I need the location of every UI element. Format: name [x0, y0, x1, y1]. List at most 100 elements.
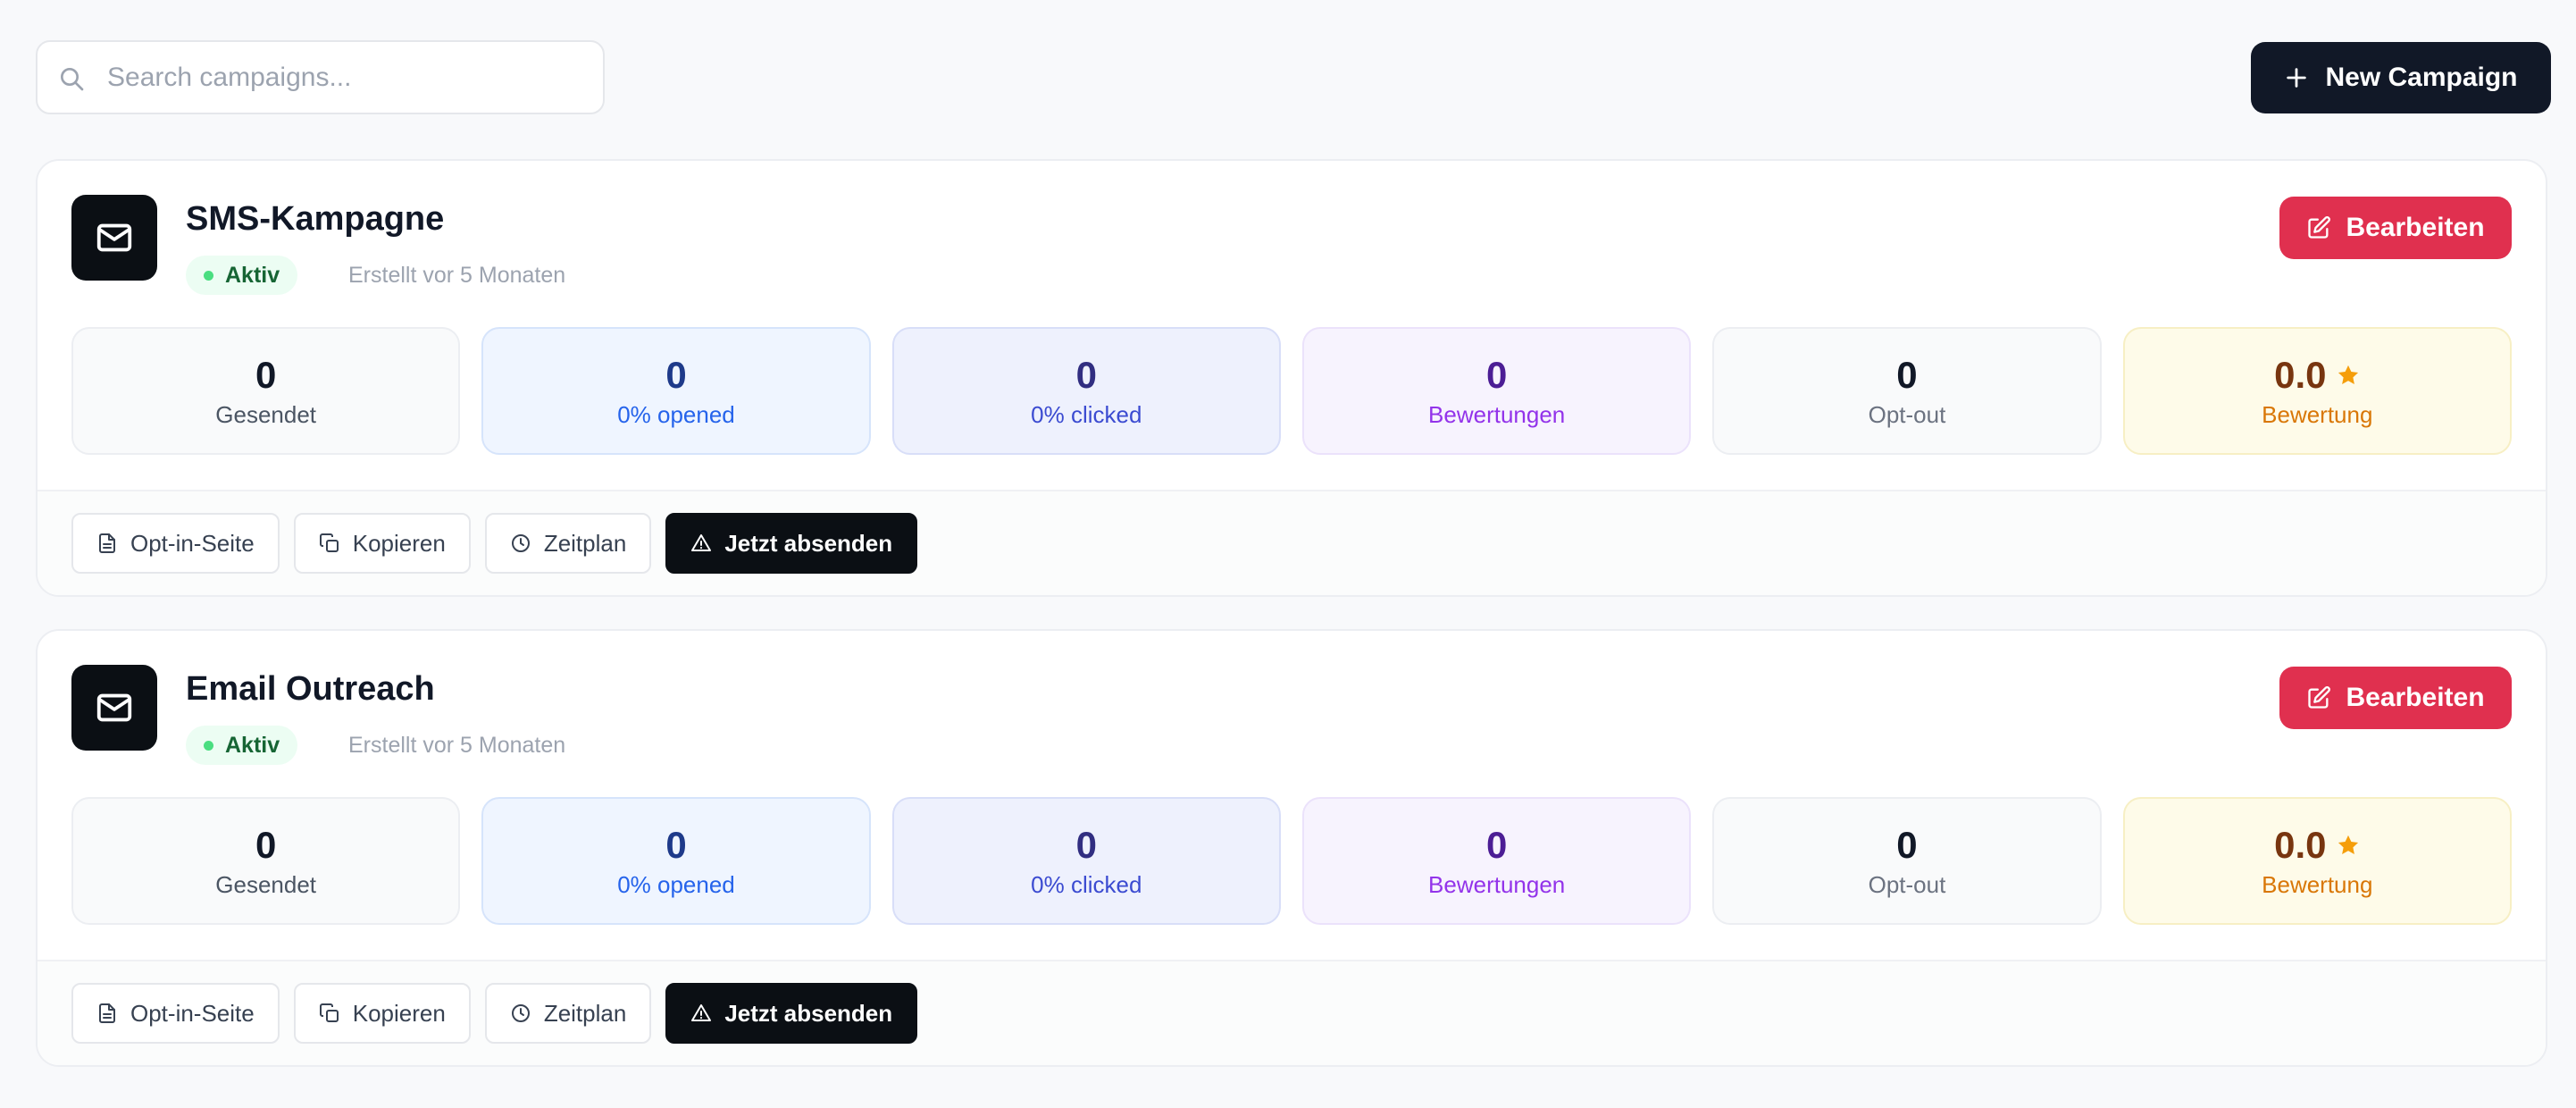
- status-dot: [204, 741, 213, 751]
- status-badge: Aktiv: [186, 256, 298, 295]
- stat-rating: 0.0 Bewertung: [2122, 327, 2512, 455]
- edit-label: Bearbeiten: [2346, 683, 2485, 712]
- warning-icon: [691, 1004, 712, 1021]
- copy-label: Kopieren: [352, 529, 446, 557]
- edit-button[interactable]: Bearbeiten: [2279, 667, 2512, 729]
- schedule-label: Zeitplan: [543, 999, 627, 1027]
- campaign-title: Email Outreach: [186, 670, 435, 708]
- optin-page-button[interactable]: Opt-in-Seite: [71, 513, 280, 574]
- clock-icon: [511, 534, 530, 552]
- warning-icon: [691, 534, 712, 551]
- created-timestamp: Erstellt vor 5 Monaten: [348, 263, 566, 288]
- stat-label: Opt-out: [1868, 401, 1946, 428]
- copy-button[interactable]: Kopieren: [293, 983, 471, 1044]
- status-label: Aktiv: [225, 263, 280, 288]
- stat-sent: 0 Gesendet: [71, 797, 461, 925]
- search-input[interactable]: [107, 42, 589, 113]
- file-icon: [99, 1003, 115, 1023]
- new-campaign-button[interactable]: New Campaign: [2251, 42, 2551, 113]
- stat-label: 0% opened: [617, 871, 735, 898]
- optin-page-label: Opt-in-Seite: [130, 999, 255, 1027]
- star-icon: [2338, 835, 2358, 855]
- star-icon: [2338, 365, 2358, 385]
- status-badge: Aktiv: [186, 726, 298, 765]
- stat-clicked: 0 0% clicked: [891, 327, 1281, 455]
- stat-ratings: 0 Bewertungen: [1301, 797, 1692, 925]
- stat-label: 0% opened: [617, 401, 735, 428]
- stats-row: 0 Gesendet 0 0% opened 0 0% clicked 0 Be…: [71, 327, 2512, 455]
- stat-sent: 0 Gesendet: [71, 327, 461, 455]
- stat-value: 0: [1896, 824, 1918, 866]
- edit-label: Bearbeiten: [2346, 213, 2485, 242]
- stat-value: 0: [255, 354, 277, 396]
- send-now-button[interactable]: Jetzt absenden: [665, 983, 918, 1044]
- stat-ratings: 0 Bewertungen: [1301, 327, 1692, 455]
- send-now-label: Jetzt absenden: [724, 529, 893, 557]
- copy-label: Kopieren: [352, 999, 446, 1027]
- mail-icon: [96, 223, 132, 252]
- copy-icon: [319, 1003, 339, 1022]
- new-campaign-label: New Campaign: [2325, 63, 2518, 92]
- stat-value: 0.0: [2274, 354, 2327, 396]
- created-timestamp: Erstellt vor 5 Monaten: [348, 733, 566, 758]
- plus-icon: [2287, 68, 2307, 88]
- campaign-title: SMS-Kampagne: [186, 200, 445, 238]
- stat-value: 0: [665, 824, 687, 866]
- search-box[interactable]: [36, 40, 605, 114]
- stat-value-row: 0.0: [2274, 353, 2360, 398]
- stat-label: Bewertungen: [1428, 401, 1566, 428]
- copy-icon: [319, 533, 339, 552]
- campaign-actions-bar: Opt-in-Seite Kopieren Zeitplan Jetzt abs…: [38, 960, 2546, 1065]
- stat-label: Bewertung: [2262, 401, 2373, 428]
- stat-value: 0: [1075, 354, 1097, 396]
- stat-value: 0: [1075, 824, 1097, 866]
- stat-clicked: 0 0% clicked: [891, 797, 1281, 925]
- stat-optout: 0 Opt-out: [1712, 327, 2102, 455]
- send-now-button[interactable]: Jetzt absenden: [665, 513, 918, 574]
- top-bar: New Campaign: [36, 40, 2551, 114]
- status-label: Aktiv: [225, 733, 280, 758]
- stat-opened: 0 0% opened: [481, 327, 871, 455]
- send-now-label: Jetzt absenden: [724, 999, 893, 1027]
- stat-value: 0: [1485, 354, 1508, 396]
- stat-value: 0.0: [2274, 824, 2327, 866]
- campaign-actions-bar: Opt-in-Seite Kopieren Zeitplan Jetzt abs…: [38, 490, 2546, 595]
- stat-optout: 0 Opt-out: [1712, 797, 2102, 925]
- stat-label: Gesendet: [215, 401, 317, 428]
- campaign-header: SMS-Kampagne Aktiv Erstellt vor 5 Monate…: [71, 195, 2512, 302]
- action-group: Opt-in-Seite Kopieren Zeitplan Jetzt abs…: [71, 983, 918, 1044]
- stat-rating: 0.0 Bewertung: [2122, 797, 2512, 925]
- copy-button[interactable]: Kopieren: [293, 513, 471, 574]
- stats-row: 0 Gesendet 0 0% opened 0 0% clicked 0 Be…: [71, 797, 2512, 925]
- schedule-button[interactable]: Zeitplan: [484, 983, 652, 1044]
- search-icon: [61, 68, 84, 91]
- mail-icon: [96, 693, 132, 722]
- stat-label: Opt-out: [1868, 871, 1946, 898]
- stat-opened: 0 0% opened: [481, 797, 871, 925]
- campaign-header: Email Outreach Aktiv Erstellt vor 5 Mona…: [71, 665, 2512, 772]
- campaign-avatar: [71, 195, 157, 281]
- stat-value: 0: [1485, 824, 1508, 866]
- status-dot: [204, 271, 213, 281]
- stat-value: 0: [665, 354, 687, 396]
- stat-value-row: 0.0: [2274, 823, 2360, 868]
- edit-button[interactable]: Bearbeiten: [2279, 197, 2512, 259]
- stat-label: 0% clicked: [1031, 401, 1142, 428]
- campaign-card: SMS-Kampagne Aktiv Erstellt vor 5 Monate…: [36, 159, 2547, 597]
- file-icon: [99, 533, 115, 553]
- action-group: Opt-in-Seite Kopieren Zeitplan Jetzt abs…: [71, 513, 918, 574]
- optin-page-button[interactable]: Opt-in-Seite: [71, 983, 280, 1044]
- edit-icon: [2308, 216, 2331, 239]
- stat-value: 0: [1896, 354, 1918, 396]
- stat-label: Bewertung: [2262, 871, 2373, 898]
- stat-value: 0: [255, 824, 277, 866]
- schedule-button[interactable]: Zeitplan: [484, 513, 652, 574]
- campaign-avatar: [71, 665, 157, 751]
- edit-icon: [2308, 686, 2331, 709]
- campaign-card: Email Outreach Aktiv Erstellt vor 5 Mona…: [36, 629, 2547, 1067]
- schedule-label: Zeitplan: [543, 529, 627, 557]
- stat-label: Bewertungen: [1428, 871, 1566, 898]
- clock-icon: [511, 1004, 530, 1022]
- stat-label: Gesendet: [215, 871, 317, 898]
- stat-label: 0% clicked: [1031, 871, 1142, 898]
